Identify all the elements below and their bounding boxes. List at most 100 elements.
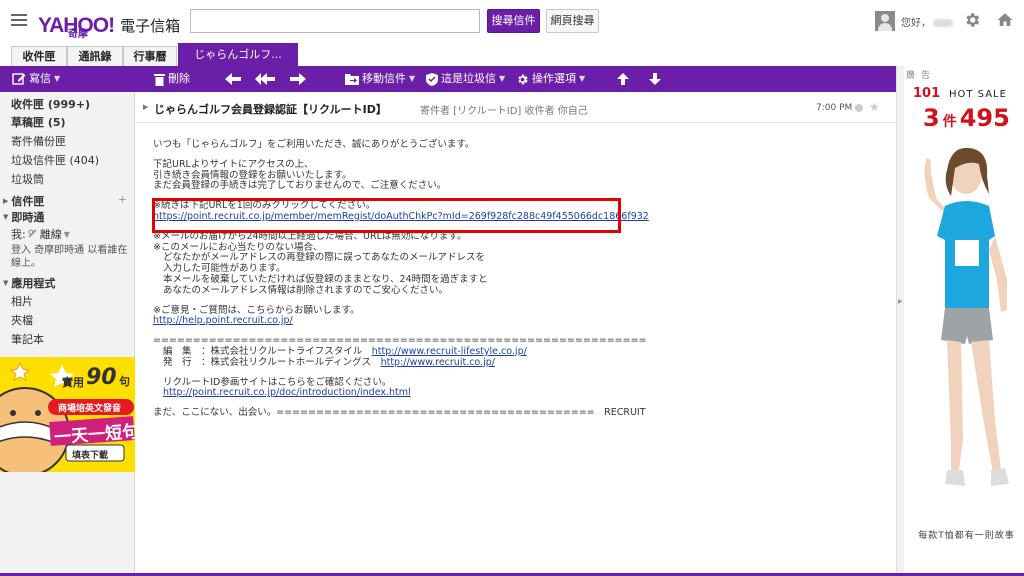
ad-tagline: 每款T恤都有一則故事 [918, 531, 1015, 541]
message-body: いつも「じゃらんゴルフ」をご利用いただき、誠にありがとうございます。 下記URL… [152, 139, 649, 419]
tab-inbox[interactable]: 收件匣 [11, 46, 67, 66]
tab-bar: 收件匣 通訊錄 行事曆 じゃらんゴルフ... [0, 42, 1024, 66]
messenger-status[interactable]: 我: 離線 ▼ [11, 226, 70, 242]
folder-trash[interactable]: 垃圾筒 [11, 171, 44, 187]
compose-label: 寫信 [29, 72, 51, 85]
help-link[interactable]: http://help.point.recruit.co.jp/ [153, 315, 293, 326]
search-input[interactable] [190, 9, 480, 33]
greeting: 您好， [901, 14, 953, 29]
trash-icon [154, 73, 165, 86]
status-value: 離線 [39, 228, 62, 241]
yahoo-logo[interactable]: YAHOO! 奇摩 電子信箱 [38, 8, 181, 40]
top-bar: YAHOO! 奇摩 電子信箱 搜尋信件 網頁搜尋 您好， [0, 0, 1024, 42]
app-title: 電子信箱 [120, 17, 181, 35]
ad-left-cta: 填表下載 [72, 451, 109, 461]
expand-header-icon[interactable]: ▶ [143, 103, 148, 111]
publisher-line: 発 行 ：株式会社リクルートホールディングス http://www.recrui… [163, 356, 495, 368]
left-sidebar: 收件匣 (999+) 草稿匣 (5) 寄件備份匣 垃圾信件匣 (404) 垃圾筒… [0, 92, 135, 576]
folder-sent[interactable]: 寄件備份匣 [11, 133, 66, 149]
prev-message-button[interactable] [617, 66, 629, 92]
introduction-link[interactable]: http://point.recruit.co.jp/doc/introduct… [163, 387, 411, 398]
actions-button[interactable]: 操作選項 ▼ [516, 66, 585, 92]
message-time: 7:00 PM [816, 103, 853, 113]
read-status-icon[interactable] [855, 104, 863, 112]
star-icon[interactable]: ★ [869, 100, 880, 114]
delete-button[interactable]: 刪除 [154, 66, 190, 92]
lifestyle-link[interactable]: http://www.recruit-lifestyle.co.jp/ [372, 346, 527, 357]
compose-button[interactable]: 寫信 ▼ [12, 66, 60, 92]
status-label: 我: [11, 228, 26, 241]
gear-icon [518, 74, 528, 84]
section-messenger[interactable]: ▼ 即時通 [3, 209, 44, 225]
right-ad[interactable]: 廣告 101 HOT SALE 3 件 495 每款T恤都有一則故事 [904, 66, 1024, 576]
ad-left-number: 90 [86, 365, 117, 390]
recruit-link[interactable]: http://www.recruit.co.jp/ [381, 357, 495, 368]
body-line: あなたのメールアドレス情報は削除されますのでご安心ください。 [163, 284, 449, 296]
add-folder-icon[interactable]: + [118, 193, 127, 206]
message-view: ▶ じゃらんゴルフ会員登録認証【リクルートID】 寄件者 [リクルートID] 收… [136, 92, 896, 576]
left-ad-banner[interactable]: 實用 90 句 商場培英文發音 一天一短句 填表下載 [0, 357, 135, 472]
move-label: 移動信件 [362, 72, 406, 85]
arrow-up-icon [617, 73, 629, 85]
offline-icon [28, 229, 37, 238]
menu-icon[interactable] [11, 14, 27, 26]
delete-label: 刪除 [168, 72, 190, 85]
forward-button[interactable] [290, 66, 306, 92]
arrow-down-icon [649, 73, 661, 85]
collapse-icon: ▼ [3, 213, 9, 221]
folder-drafts[interactable]: 草稿匣 (5) [11, 114, 66, 130]
ad-left-small: 實用 [62, 376, 84, 389]
section-apps[interactable]: ▼ 應用程式 [3, 275, 55, 291]
ad-left-unit: 句 [119, 375, 130, 388]
forward-icon [290, 73, 306, 85]
move-button[interactable]: 移動信件 ▼ [345, 66, 415, 92]
body-line: 下記URLよりサイトにアクセスの上、 [153, 158, 314, 170]
shield-icon [426, 72, 438, 86]
reply-icon [225, 73, 241, 85]
ad-collapse-strip[interactable]: ▶ [896, 66, 904, 576]
app-attachments[interactable]: 夾檔 [11, 312, 33, 328]
body-line: まだ会員登録の手続きは完了しておりませんので、ご注意ください。 [153, 180, 447, 192]
ad-left-subtitle: 商場培英文發音 [58, 404, 122, 414]
compose-icon [12, 73, 26, 85]
ad-model-image [924, 147, 1009, 486]
ad-label: 廣告 [906, 71, 937, 81]
folder-inbox[interactable]: 收件匣 (999+) [11, 96, 90, 112]
home-icon[interactable] [996, 11, 1014, 29]
tab-open-message[interactable]: じゃらんゴルフ... [178, 43, 298, 66]
actions-label: 操作選項 [532, 72, 576, 85]
section-folders[interactable]: ▶ 信件匣 [3, 193, 44, 209]
collapse-arrow-icon: ▶ [898, 298, 903, 305]
spam-label: 這是垃圾信 [441, 72, 496, 85]
reply-button[interactable] [225, 66, 241, 92]
message-from[interactable]: 寄件者 [リクルートID] 收件者 你自己 [420, 102, 588, 117]
app-notepad[interactable]: 筆記本 [11, 331, 44, 347]
collapse-icon: ▼ [3, 279, 9, 287]
tab-contacts[interactable]: 通訊錄 [67, 46, 123, 66]
app-photos[interactable]: 相片 [11, 293, 33, 309]
folder-spam[interactable]: 垃圾信件匣 (404) [11, 152, 99, 168]
spam-button[interactable]: 這是垃圾信 ▼ [426, 66, 505, 92]
avatar[interactable] [875, 11, 895, 31]
tab-calendar[interactable]: 行事曆 [123, 46, 177, 66]
reply-all-button[interactable] [255, 66, 275, 92]
next-message-button[interactable] [649, 66, 661, 92]
mail-toolbar: 寫信 ▼ 刪除 移動信件 ▼ 這是垃圾信 ▼ 操作選項 ▼ [0, 66, 896, 92]
footer-line: まだ、ここにない、出会い。===========================… [153, 407, 646, 419]
highlight-box [152, 198, 621, 233]
search-web-button[interactable]: 網頁搜尋 [546, 9, 599, 33]
folder-move-icon [345, 74, 359, 85]
logo-sub: 奇摩 [68, 29, 88, 40]
message-subject: じゃらんゴルフ会員登録認証【リクルートID】 [154, 103, 387, 116]
ad-hot-sale: HOT SALE [949, 89, 1007, 100]
reply-all-icon [255, 73, 275, 85]
expand-icon: ▶ [3, 197, 9, 205]
ad-brand: 101 [913, 86, 941, 101]
messenger-signin-note[interactable]: 登入 奇摩即時通 以看誰在線上。 [11, 244, 129, 270]
search-mail-button[interactable]: 搜尋信件 [487, 9, 540, 33]
body-line: いつも「じゃらんゴルフ」をご利用いただき、誠にありがとうございます。 [153, 139, 475, 150]
ad-banner[interactable]: 101 HOT SALE 3 件 495 每款T恤都有一則故事 [911, 82, 1022, 576]
gear-icon[interactable] [963, 11, 981, 29]
body-line: ※メールのお届けから24時間以上経過した場合、URLは無効になります。 [153, 230, 467, 242]
message-header: ▶ じゃらんゴルフ会員登録認証【リクルートID】 寄件者 [リクルートID] 收… [136, 92, 896, 123]
